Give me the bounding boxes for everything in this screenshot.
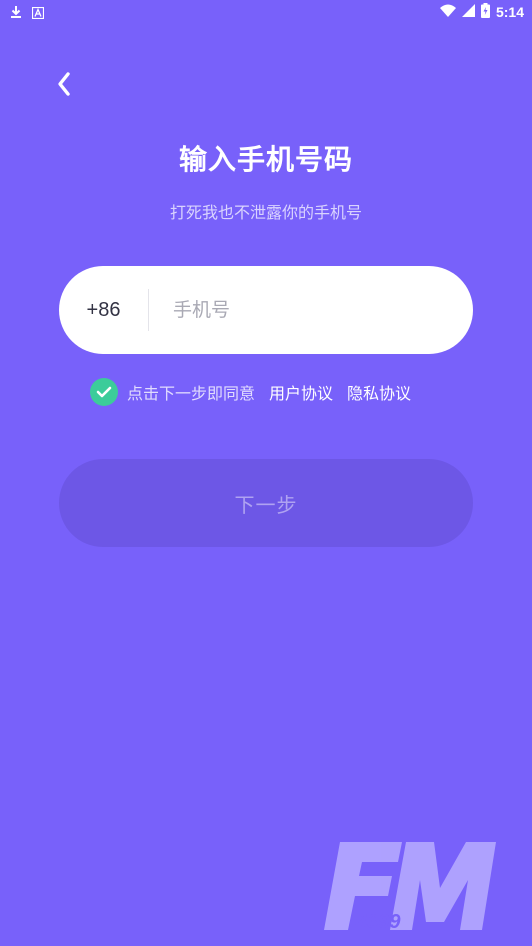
privacy-policy-link[interactable]: 隐私协议	[347, 380, 411, 404]
back-button[interactable]	[50, 70, 78, 98]
a-notification-icon	[31, 4, 45, 23]
user-agreement-link[interactable]: 用户协议	[269, 380, 333, 404]
phone-number-input[interactable]	[149, 279, 473, 341]
phone-input-box: +86	[59, 266, 473, 354]
agreement-checkbox[interactable]	[90, 378, 118, 406]
agreement-row: 点击下一步即同意 用户协议 隐私协议	[90, 377, 425, 407]
status-time: 5:14	[495, 4, 524, 20]
fm-4399-logo: 4399	[324, 842, 496, 933]
battery-icon	[480, 3, 490, 21]
country-code[interactable]: +86	[59, 299, 148, 322]
status-right: 5:14	[439, 3, 524, 21]
chevron-left-icon	[58, 72, 70, 96]
wifi-icon	[439, 4, 456, 20]
signal-icon	[461, 4, 475, 20]
next-button[interactable]: 下一步	[59, 459, 473, 547]
check-icon	[96, 386, 112, 398]
status-bar: 5:14	[0, 0, 532, 24]
page-subtitle: 打死我也不泄露你的手机号	[169, 203, 362, 222]
svg-text:4399: 4399	[355, 911, 401, 933]
page-title: 输入手机号码	[178, 143, 353, 176]
agreement-text: 点击下一步即同意	[127, 384, 256, 403]
download-icon	[10, 4, 22, 23]
status-left	[10, 4, 45, 23]
